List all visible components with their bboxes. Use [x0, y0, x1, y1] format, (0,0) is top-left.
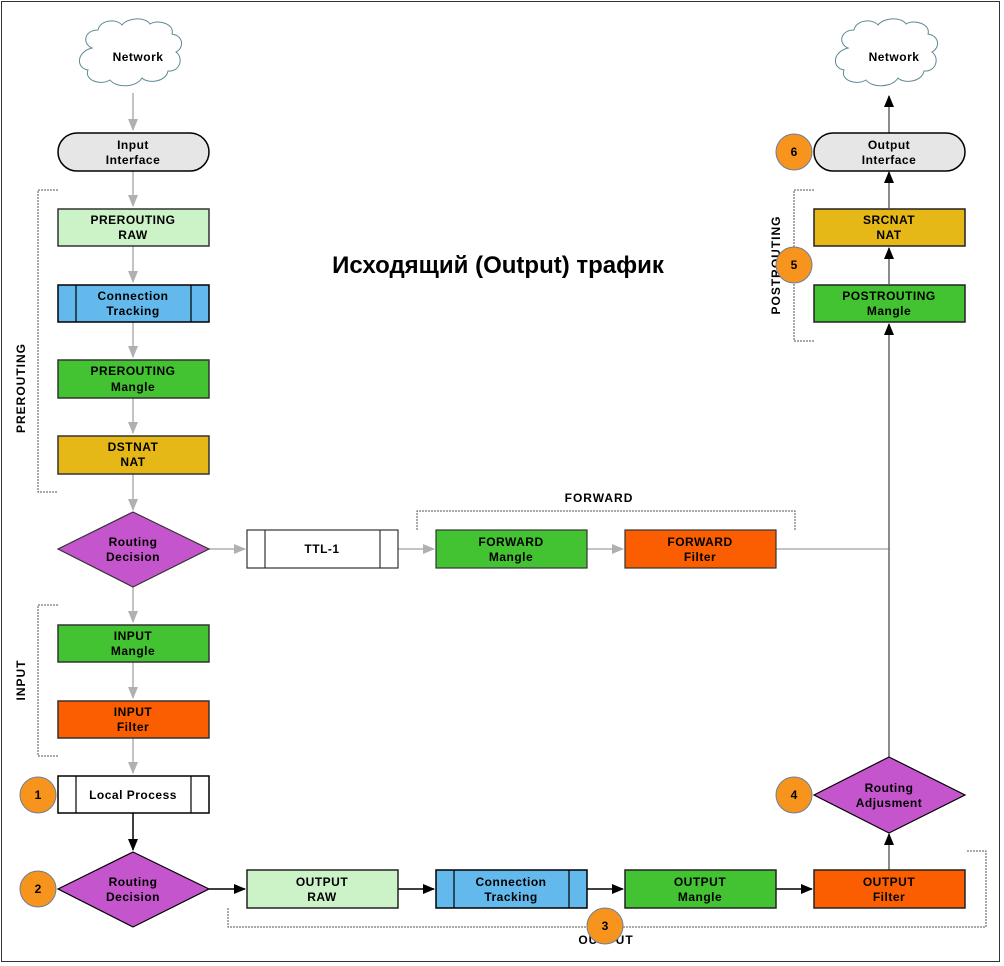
step-badge-3: 3 — [586, 907, 624, 945]
prerouting-mangle-line1: PREROUTING — [90, 364, 175, 378]
forward-filter-line1: FORWARD — [667, 535, 732, 549]
output-mangle-line2: Mangle — [678, 890, 722, 904]
routing-decision-1-line2: Decision — [106, 550, 160, 564]
local-process-node: Local Process — [57, 775, 210, 814]
forward-filter-line2: Filter — [684, 550, 716, 564]
output-mangle-node: OUTPUT Mangle — [624, 869, 777, 909]
step-badge-4: 4 — [775, 776, 813, 814]
forward-mangle-line1: FORWARD — [478, 535, 543, 549]
prerouting-raw-node: PREROUTING RAW — [57, 208, 210, 247]
forward-mangle-line2: Mangle — [489, 550, 533, 564]
diagram-title: Исходящий (Output) трафик — [332, 252, 665, 279]
input-filter-line1: INPUT — [114, 705, 153, 719]
input-filter-line2: Filter — [117, 720, 149, 734]
input-filter-node: INPUT Filter — [57, 700, 210, 739]
conntrack-pre-line2: Tracking — [106, 304, 159, 318]
conntrack-output-node: Connection Tracking — [435, 869, 588, 909]
routing-decision-2-line2: Decision — [106, 890, 160, 904]
input-mangle-line2: Mangle — [111, 644, 155, 658]
output-raw-line2: RAW — [307, 890, 337, 904]
prerouting-raw-line2: RAW — [118, 228, 148, 242]
dstnat-line1: DSTNAT — [108, 440, 159, 454]
step-badge-6: 6 — [775, 133, 813, 171]
network-in-label: Network — [113, 50, 164, 64]
postrouting-mangle-line2: Mangle — [867, 304, 911, 318]
step-badge-4-label: 4 — [791, 788, 798, 802]
postrouting-mangle-line1: POSTROUTING — [842, 289, 936, 303]
dstnat-node: DSTNAT NAT — [57, 435, 210, 475]
input-mangle-node: INPUT Mangle — [57, 624, 210, 663]
input-interface-line2: Interface — [106, 153, 161, 167]
output-interface-line1: Output — [868, 138, 910, 152]
network-out-label: Network — [869, 50, 920, 64]
network-in-cloud: Network — [79, 18, 182, 87]
ttl-node: TTL-1 — [246, 529, 399, 569]
step-badge-5-label: 5 — [791, 258, 798, 272]
ttl-label: TTL-1 — [304, 542, 339, 556]
step-badge-2-label: 2 — [35, 882, 42, 896]
srcnat-line1: SRCNAT — [863, 213, 915, 227]
prerouting-bracket — [37, 189, 58, 493]
routing-decision-1-node: Routing Decision — [56, 511, 211, 588]
local-process-label: Local Process — [89, 788, 177, 802]
output-interface-line2: Interface — [862, 153, 917, 167]
srcnat-node: SRCNAT NAT — [813, 208, 966, 247]
step-badge-1: 1 — [19, 776, 57, 814]
output-mangle-line1: OUTPUT — [674, 875, 727, 889]
forward-bracket — [416, 510, 796, 530]
routing-decision-2-node: Routing Decision — [56, 851, 211, 928]
group-label-forward: FORWARD — [565, 491, 634, 505]
output-filter-line2: Filter — [873, 890, 905, 904]
conntrack-out-line1: Connection — [476, 875, 547, 889]
prerouting-mangle-line2: Mangle — [111, 380, 155, 394]
input-interface-line1: Input — [117, 138, 149, 152]
group-label-prerouting: PREROUTING — [14, 343, 28, 433]
prerouting-mangle-node: PREROUTING Mangle — [57, 359, 210, 399]
input-interface-node: Input Interface — [57, 132, 210, 172]
output-raw-node: OUTPUT RAW — [246, 869, 399, 909]
step-badge-1-label: 1 — [35, 788, 42, 802]
step-badge-2: 2 — [19, 870, 57, 908]
conntrack-pre-line1: Connection — [98, 289, 169, 303]
input-bracket — [37, 604, 58, 757]
step-badge-3-label: 3 — [602, 919, 609, 933]
postrouting-mangle-node: POSTROUTING Mangle — [813, 284, 966, 323]
prerouting-raw-line1: PREROUTING — [90, 213, 175, 227]
conntrack-out-line2: Tracking — [484, 890, 537, 904]
conntrack-prerouting-node: Connection Tracking — [57, 284, 210, 323]
routing-adjustment-line1: Routing — [865, 781, 914, 795]
flow-diagram: Исходящий (Output) трафик PREROUTING INP… — [14, 18, 987, 947]
routing-adjustment-node: Routing Adjusment — [812, 756, 967, 834]
output-interface-node: Output Interface — [813, 132, 966, 172]
input-mangle-line1: INPUT — [114, 629, 153, 643]
routing-decision-1-line1: Routing — [109, 535, 158, 549]
output-filter-line1: OUTPUT — [863, 875, 916, 889]
output-filter-node: OUTPUT Filter — [813, 869, 966, 909]
forward-mangle-node: FORWARD Mangle — [435, 529, 588, 569]
network-out-cloud: Network — [835, 18, 938, 87]
step-badge-6-label: 6 — [791, 145, 798, 159]
routing-decision-2-line1: Routing — [109, 875, 158, 889]
dstnat-line2: NAT — [120, 455, 145, 469]
output-raw-line1: OUTPUT — [296, 875, 349, 889]
forward-filter-node: FORWARD Filter — [624, 529, 777, 569]
group-label-input: INPUT — [14, 660, 28, 701]
routing-adjustment-line2: Adjusment — [856, 796, 923, 810]
step-badge-5: 5 — [775, 246, 813, 284]
srcnat-line2: NAT — [876, 228, 901, 242]
